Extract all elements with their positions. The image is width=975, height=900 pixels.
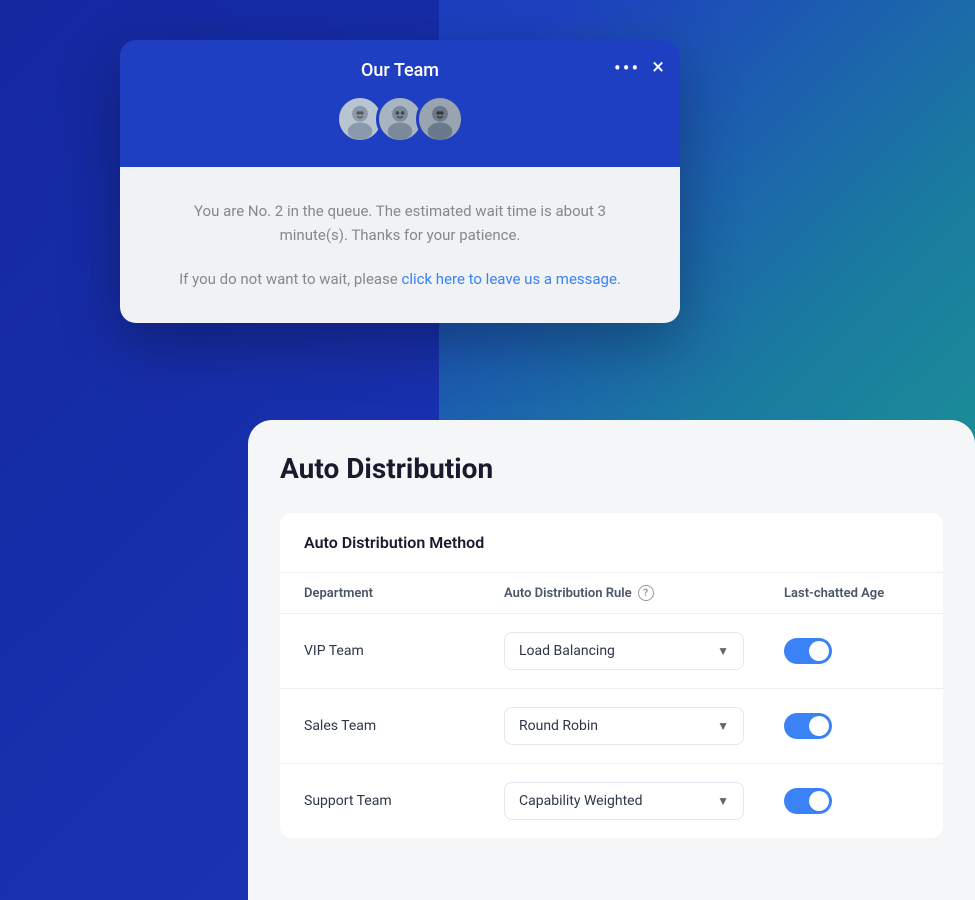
header-actions: ••• × xyxy=(614,56,664,80)
avatar-face xyxy=(339,98,381,140)
table-row: VIP Team Load Balancing ▼ xyxy=(280,614,943,689)
department-name: VIP Team xyxy=(304,643,504,659)
avatar-face xyxy=(419,98,461,140)
chevron-down-icon: ▼ xyxy=(717,794,729,808)
table-row: Support Team Capability Weighted ▼ xyxy=(280,764,943,838)
avatar-face xyxy=(379,98,421,140)
close-icon[interactable]: × xyxy=(652,57,664,79)
method-card-title: Auto Distribution Method xyxy=(280,513,943,572)
leave-text-before: If you do not want to wait, please xyxy=(179,270,401,288)
rule-dropdown[interactable]: Load Balancing ▼ xyxy=(504,632,744,670)
queue-message: You are No. 2 in the queue. The estimate… xyxy=(168,199,632,247)
dropdown-value: Load Balancing xyxy=(519,643,615,659)
toggle-switch[interactable] xyxy=(784,713,832,739)
table-header: Department Auto Distribution Rule ? Last… xyxy=(280,572,943,614)
leave-message-link[interactable]: click here to leave us a message xyxy=(401,270,616,288)
toggle-switch[interactable] xyxy=(784,788,832,814)
more-options-icon[interactable]: ••• xyxy=(614,56,640,80)
department-name: Sales Team xyxy=(304,718,504,734)
page-title: Auto Distribution xyxy=(280,452,943,485)
help-icon[interactable]: ? xyxy=(638,585,654,601)
leave-message: If you do not want to wait, please click… xyxy=(168,267,632,291)
chat-body: You are No. 2 in the queue. The estimate… xyxy=(120,167,680,323)
avatar xyxy=(416,95,464,143)
auto-distribution-panel: Auto Distribution Auto Distribution Meth… xyxy=(248,420,975,900)
dropdown-value: Round Robin xyxy=(519,718,598,734)
chat-header: ••• × Our Team xyxy=(120,40,680,167)
chat-widget: ••• × Our Team xyxy=(120,40,680,323)
method-card: Auto Distribution Method Department Auto… xyxy=(280,513,943,838)
col-rule: Auto Distribution Rule ? xyxy=(504,585,784,601)
dropdown-value: Capability Weighted xyxy=(519,793,642,809)
table-row: Sales Team Round Robin ▼ xyxy=(280,689,943,764)
chevron-down-icon: ▼ xyxy=(717,719,729,733)
toggle-thumb xyxy=(809,641,829,661)
rule-dropdown[interactable]: Capability Weighted ▼ xyxy=(504,782,744,820)
chevron-down-icon: ▼ xyxy=(717,644,729,658)
avatar-group xyxy=(140,95,660,143)
toggle-track xyxy=(784,713,832,739)
toggle-thumb xyxy=(809,716,829,736)
department-name: Support Team xyxy=(304,793,504,809)
leave-text-after: . xyxy=(617,270,621,288)
toggle-track xyxy=(784,638,832,664)
toggle-switch[interactable] xyxy=(784,638,832,664)
col-last-chatted: Last-chatted Age xyxy=(784,585,904,601)
chat-title: Our Team xyxy=(140,60,660,81)
rule-dropdown[interactable]: Round Robin ▼ xyxy=(504,707,744,745)
toggle-track xyxy=(784,788,832,814)
col-department: Department xyxy=(304,585,504,601)
toggle-thumb xyxy=(809,791,829,811)
